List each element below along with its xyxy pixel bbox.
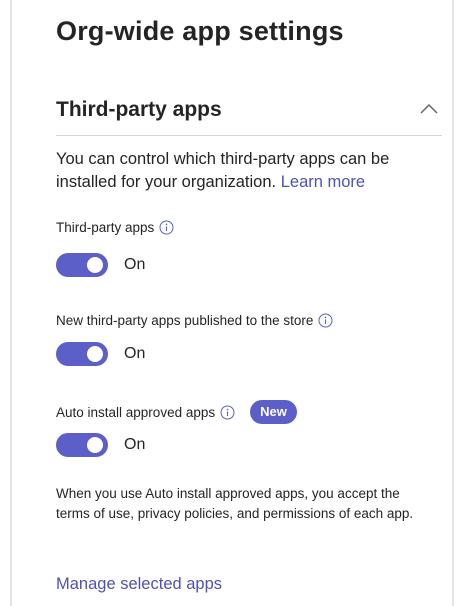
chevron-up-icon: [420, 104, 438, 114]
panel-left-border: [10, 0, 12, 606]
auto-install-footnote: When you use Auto install approved apps,…: [56, 486, 414, 521]
new-third-party-apps-toggle[interactable]: [56, 342, 108, 366]
setting-label-third-party-apps: Third-party apps: [56, 220, 174, 235]
info-icon[interactable]: [159, 220, 174, 235]
toggle-knob: [87, 346, 103, 362]
panel-scrollbar-track: [452, 0, 454, 606]
setting-label-auto-install: Auto install approved apps New: [56, 400, 297, 424]
new-badge: New: [250, 400, 297, 424]
toggle-state-label: On: [124, 345, 146, 362]
settings-panel: Org-wide app settings Third-party apps Y…: [0, 0, 461, 606]
manage-selected-apps-link[interactable]: Manage selected apps: [56, 575, 222, 594]
toggle-state-label: On: [124, 436, 146, 453]
section-divider: [56, 135, 442, 136]
toggle-knob: [87, 437, 103, 453]
info-icon[interactable]: [318, 313, 333, 328]
toggle-row-new-third-party-apps: On: [56, 342, 145, 366]
setting-label-text: Auto install approved apps: [56, 404, 216, 420]
setting-label-text: New third-party apps published to the st…: [56, 313, 314, 328]
toggle-row-auto-install: On: [56, 433, 145, 457]
learn-more-link[interactable]: Learn more: [281, 173, 365, 191]
setting-label-text: Third-party apps: [56, 220, 155, 235]
section-description: You can control which third-party apps c…: [56, 148, 441, 194]
auto-install-toggle[interactable]: [56, 433, 108, 457]
toggle-row-third-party-apps: On: [56, 253, 145, 277]
third-party-apps-toggle[interactable]: [56, 253, 108, 277]
section-title: Third-party apps: [56, 98, 222, 121]
collapse-section-button[interactable]: [416, 96, 442, 122]
info-icon[interactable]: [220, 405, 235, 420]
section-header: Third-party apps: [56, 96, 442, 134]
setting-label-new-third-party-apps: New third-party apps published to the st…: [56, 313, 333, 328]
page-title: Org-wide app settings: [56, 16, 344, 46]
toggle-knob: [87, 257, 103, 273]
toggle-state-label: On: [124, 256, 146, 273]
